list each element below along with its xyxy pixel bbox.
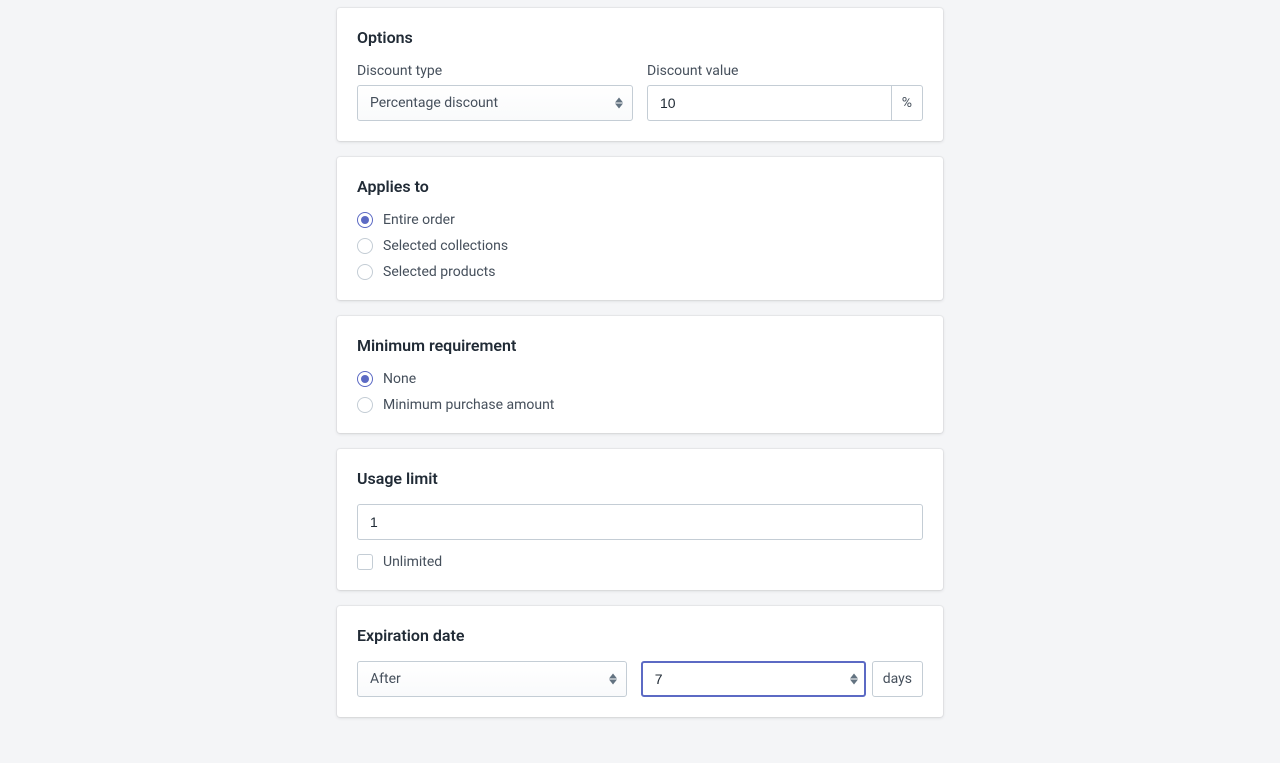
- usage-limit-title: Usage limit: [357, 469, 923, 488]
- checkbox-label: Unlimited: [383, 554, 442, 570]
- expiration-mode-value: After: [357, 661, 627, 697]
- discount-type-value: Percentage discount: [357, 85, 633, 121]
- discount-value-input[interactable]: [647, 85, 891, 121]
- radio-icon: [357, 238, 373, 254]
- expiration-days-input[interactable]: [641, 661, 866, 697]
- radio-icon: [357, 264, 373, 280]
- radio-icon: [357, 212, 373, 228]
- radio-label: None: [383, 371, 416, 387]
- applies-to-title: Applies to: [357, 177, 923, 196]
- minimum-requirement-title: Minimum requirement: [357, 336, 923, 355]
- applies-to-selected-collections[interactable]: Selected collections: [357, 238, 923, 254]
- usage-limit-input[interactable]: [357, 504, 923, 540]
- minreq-minimum-purchase[interactable]: Minimum purchase amount: [357, 397, 923, 413]
- expiration-date-card: Expiration date After: [337, 606, 943, 717]
- minreq-none[interactable]: None: [357, 371, 923, 387]
- discount-value-label: Discount value: [647, 63, 923, 79]
- radio-icon: [357, 397, 373, 413]
- usage-limit-unlimited[interactable]: Unlimited: [357, 554, 923, 570]
- discount-unit: %: [891, 85, 923, 121]
- expiration-mode-select[interactable]: After: [357, 661, 627, 697]
- options-title: Options: [357, 28, 923, 47]
- options-card: Options Discount type Percentage discoun…: [337, 8, 943, 141]
- radio-label: Selected collections: [383, 238, 508, 254]
- minimum-requirement-card: Minimum requirement None Minimum purchas…: [337, 316, 943, 433]
- radio-label: Entire order: [383, 212, 455, 228]
- radio-label: Selected products: [383, 264, 495, 280]
- radio-label: Minimum purchase amount: [383, 397, 554, 413]
- checkbox-icon: [357, 554, 373, 570]
- applies-to-card: Applies to Entire order Selected collect…: [337, 157, 943, 300]
- radio-icon: [357, 371, 373, 387]
- discount-type-label: Discount type: [357, 63, 633, 79]
- usage-limit-card: Usage limit Unlimited: [337, 449, 943, 590]
- expiration-date-title: Expiration date: [357, 626, 923, 645]
- applies-to-selected-products[interactable]: Selected products: [357, 264, 923, 280]
- applies-to-entire-order[interactable]: Entire order: [357, 212, 923, 228]
- discount-type-select[interactable]: Percentage discount: [357, 85, 633, 121]
- expiration-days-unit: days: [872, 661, 923, 697]
